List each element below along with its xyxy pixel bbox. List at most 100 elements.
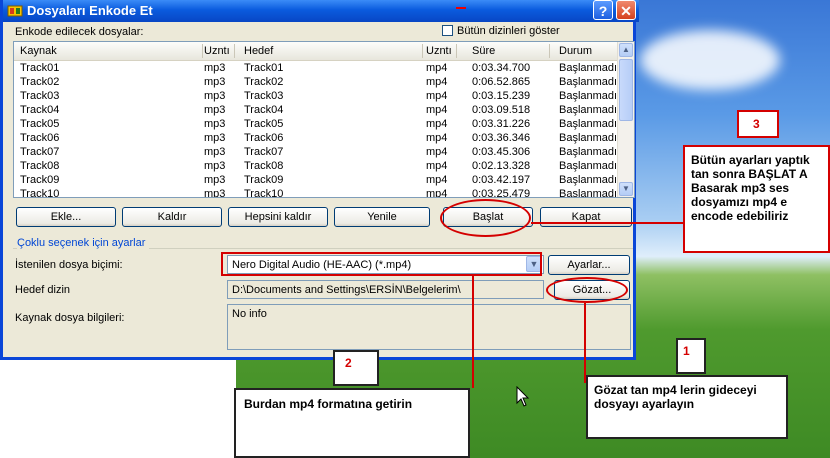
table-row[interactable]: Track05 mp3 Track05 mp4 0:03.31.226 Başlanmad… [14, 118, 618, 132]
row-target: Track06 [244, 132, 284, 144]
row-duration: 0:03.45.306 [472, 146, 531, 158]
row-target-ext: mp4 [426, 76, 448, 88]
row-duration: 0:03.25.479 [472, 188, 531, 198]
red-mark [456, 7, 466, 9]
row-target: Track07 [244, 146, 284, 158]
row-source: Track01 [20, 62, 60, 74]
table-row[interactable]: Track02 mp3 Track02 mp4 0:06.52.865 Başlanmad… [14, 76, 618, 90]
row-status: Başlanmadı [559, 118, 618, 130]
row-source-ext: mp3 [204, 174, 226, 186]
row-target: Track10 [244, 188, 284, 198]
row-target: Track02 [244, 76, 284, 88]
source-info-label: Kaynak dosya bilgileri: [15, 312, 125, 324]
row-source-ext: mp3 [204, 160, 226, 172]
source-info-box[interactable]: No info [227, 304, 631, 350]
cloud [640, 30, 780, 90]
row-duration: 0:03.31.226 [472, 118, 531, 130]
number-3: 3 [753, 117, 760, 131]
col-source-ext[interactable]: Uzntı [204, 45, 230, 57]
row-target-ext: mp4 [426, 132, 448, 144]
show-all-dirs-checkbox[interactable] [442, 25, 453, 36]
files-label: Enkode edilecek dosyalar: [15, 26, 144, 38]
close-window-button[interactable]: ✕ [616, 0, 636, 20]
row-source: Track06 [20, 132, 60, 144]
row-source: Track07 [20, 146, 60, 158]
table-row[interactable]: Track04 mp3 Track04 mp4 0:03.09.518 Başlanmad… [14, 104, 618, 118]
note-3: Bütün ayarları yaptık tan sonra BAŞLAT A… [691, 153, 810, 223]
encode-dialog: Dosyaları Enkode Et ? ✕ Enkode edilecek … [0, 0, 639, 360]
row-source: Track05 [20, 118, 60, 130]
arrow-line-3 [531, 222, 683, 224]
start-highlight-ellipse [440, 199, 531, 237]
number-2: 2 [345, 356, 352, 370]
white-area [0, 360, 236, 458]
note-box-3: Bütün ayarları yaptık tan sonra BAŞLAT A… [683, 145, 830, 253]
row-source: Track08 [20, 160, 60, 172]
list-scrollbar[interactable]: ▲ ▼ [617, 42, 634, 197]
row-target: Track04 [244, 104, 284, 116]
col-target[interactable]: Hedef [244, 45, 273, 57]
remove-button[interactable]: Kaldır [122, 207, 222, 227]
settings-button[interactable]: Ayarlar... [548, 255, 630, 275]
note-1: Gözat tan mp4 lerin gideceyi dosyayı aya… [594, 383, 757, 411]
browse-highlight-ellipse [546, 277, 628, 303]
arrow-line-2 [472, 276, 474, 388]
format-label: İstenilen dosya biçimi: [15, 259, 123, 271]
row-source: Track10 [20, 188, 60, 198]
col-duration[interactable]: Süre [472, 45, 495, 57]
row-duration: 0:06.52.865 [472, 76, 531, 88]
table-row[interactable]: Track10 mp3 Track10 mp4 0:03.25.479 Başlanmad… [14, 188, 618, 198]
table-row[interactable]: Track07 mp3 Track07 mp4 0:03.45.306 Başlanmad… [14, 146, 618, 160]
show-all-dirs-label: Bütün dizinleri göster [457, 25, 560, 37]
table-row[interactable]: Track01 mp3 Track01 mp4 0:03.34.700 Başlanmad… [14, 62, 618, 76]
title-bar[interactable]: Dosyaları Enkode Et ? ✕ [3, 0, 639, 22]
row-status: Başlanmadı [559, 104, 618, 116]
table-row[interactable]: Track06 mp3 Track06 mp4 0:03.36.346 Başlanmad… [14, 132, 618, 146]
row-source-ext: mp3 [204, 104, 226, 116]
row-source: Track04 [20, 104, 60, 116]
number-box-1: 1 [676, 338, 706, 374]
row-duration: 0:03.42.197 [472, 174, 531, 186]
col-target-ext[interactable]: Uzntı [426, 45, 452, 57]
dest-dir-field[interactable]: D:\Documents and Settings\ERSİN\Belgeler… [227, 280, 544, 299]
format-highlight-box [221, 252, 542, 276]
col-status[interactable]: Durum [559, 45, 592, 57]
table-row[interactable]: Track08 mp3 Track08 mp4 0:02.13.328 Başlanmad… [14, 160, 618, 174]
help-button[interactable]: ? [593, 0, 613, 20]
row-duration: 0:03.09.518 [472, 104, 531, 116]
row-source: Track03 [20, 90, 60, 102]
refresh-button[interactable]: Yenile [334, 207, 430, 227]
row-status: Başlanmadı [559, 76, 618, 88]
row-status: Başlanmadı [559, 174, 618, 186]
dest-dir-value: D:\Documents and Settings\ERSİN\Belgeler… [232, 284, 461, 296]
table-row[interactable]: Track09 mp3 Track09 mp4 0:03.42.197 Başlanmad… [14, 174, 618, 188]
row-target: Track01 [244, 62, 284, 74]
number-box-2: 2 [333, 350, 379, 386]
row-target-ext: mp4 [426, 160, 448, 172]
number-1: 1 [683, 344, 690, 358]
row-target-ext: mp4 [426, 90, 448, 102]
row-target: Track09 [244, 174, 284, 186]
col-source[interactable]: Kaynak [20, 45, 57, 57]
file-list[interactable]: Kaynak Uzntı Hedef Uzntı Süre Durum Trac… [13, 41, 635, 198]
add-button[interactable]: Ekle... [16, 207, 116, 227]
row-source: Track02 [20, 76, 60, 88]
table-row[interactable]: Track03 mp3 Track03 mp4 0:03.15.239 Başlanmad… [14, 90, 618, 104]
scroll-thumb[interactable] [619, 59, 633, 121]
scroll-down-icon[interactable]: ▼ [619, 182, 633, 196]
remove-all-button[interactable]: Hepsini kaldır [228, 207, 328, 227]
row-target: Track08 [244, 160, 284, 172]
dest-dir-label: Hedef dizin [15, 284, 71, 296]
row-target-ext: mp4 [426, 188, 448, 198]
number-box-3: 3 [737, 110, 779, 138]
row-target-ext: mp4 [426, 118, 448, 130]
scroll-up-icon[interactable]: ▲ [619, 43, 633, 57]
settings-group-title: Çoklu seçenek için ayarlar [17, 237, 150, 249]
row-target-ext: mp4 [426, 174, 448, 186]
close-button[interactable]: Kapat [540, 207, 632, 227]
row-status: Başlanmadı [559, 160, 618, 172]
row-status: Başlanmadı [559, 188, 618, 198]
row-target: Track03 [244, 90, 284, 102]
arrow-line-1 [584, 303, 586, 383]
row-source-ext: mp3 [204, 188, 226, 198]
